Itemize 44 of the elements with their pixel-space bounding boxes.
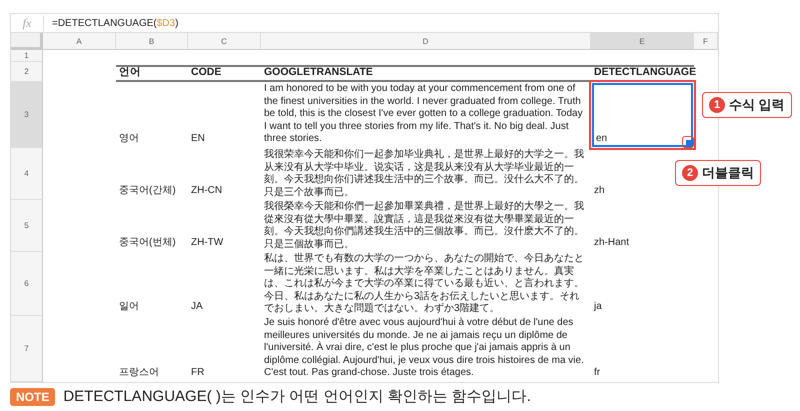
row-header[interactable]: 3 <box>11 82 43 148</box>
column-header[interactable]: D <box>261 33 591 50</box>
select-all-corner[interactable] <box>11 33 43 50</box>
table-cell[interactable]: ja <box>591 252 694 316</box>
column-header[interactable]: B <box>116 33 188 50</box>
table-cell[interactable]: en <box>591 82 694 148</box>
table-cell-text: Je suis honoré d'être avec vous aujourd'hui à votre début de l'une des meilleures universités du monde. Je ne ai jamais reçu un diplôme de l'université. À vrai dire, c'est le plus proche que j'ai jamais appris à un diplôme collégial. Aujourd'hui, je veux vous dire trois histoires de ma vie. C'est tout. Pas grand-chose. Juste trois étages. <box>263 316 585 380</box>
table-cell-text: ZH-TW <box>190 236 224 250</box>
table-cell-text: 일어 <box>118 300 140 314</box>
formula-input[interactable]: =DETECTLANGUAGE($D3) <box>44 18 178 28</box>
callout-tooltip: 2 더블클릭 <box>675 160 761 186</box>
column-header[interactable]: E <box>591 33 694 50</box>
table-cell-text: 我很荣幸今天能和你们一起参加毕业典礼，是世界上最好的大学之一。我从来没有从大学中毕业。说实话，这是我从来没有从大学毕业最近的一刻。今天我想向你们讲述我生活中的三个故事。而已。没什么大不了的。只是三个故事而已。 <box>263 148 585 200</box>
table-cell-text: 我很榮幸今天能和你們一起參加畢業典禮，是世界上最好的大學之一。我從來沒有從大學中畢業。說實話，這是我從來沒有從大學畢業最近的一刻。今天我想向你們講述我生活中的三個故事。而已。沒什麽大不了的。只是三個故事而已。 <box>263 200 585 252</box>
table-cell[interactable]: fr <box>591 316 694 382</box>
column-title: 언어 <box>116 65 188 82</box>
table-cell-text: EN <box>190 132 206 146</box>
table-cell-text: 프랑스어 <box>118 366 160 380</box>
table-cell[interactable]: zh-Hant <box>591 200 694 252</box>
fill-handle[interactable] <box>686 140 691 145</box>
table-cell-text: I am honored to be with you today at your commencement from one of the finest universities in the world. I never graduated from college. Truth be told, this is the closest I've ever gotten to a college graduation. Today I want to tell you three stories from my life. That's it. No big deal. Just three stories. <box>263 82 584 146</box>
column-title: CODE <box>188 65 261 82</box>
column-header[interactable]: C <box>188 33 261 50</box>
table-cell-text: 중국어(번체) <box>118 236 177 250</box>
table-cell-text: 영어 <box>118 132 140 146</box>
table-cell-text: FR <box>190 366 206 380</box>
callout-tooltip: 1 수식 입력 <box>702 92 792 118</box>
table-cell-text: JA <box>190 300 204 314</box>
note-text: DETECTLANGUAGE( )는 인수가 어떤 언어인지 확인하는 함수입니다. <box>63 387 531 406</box>
note-badge: NOTE <box>10 388 56 406</box>
row-header[interactable]: 5 <box>11 200 43 252</box>
column-header[interactable]: A <box>43 33 116 50</box>
row-header[interactable]: 7 <box>11 316 43 382</box>
function-label: fx <box>11 16 44 30</box>
column-header[interactable]: F <box>694 33 718 50</box>
row-header[interactable]: 6 <box>11 252 43 316</box>
table-cell-text: ZH-CN <box>190 184 224 198</box>
highlight-frame <box>682 136 694 148</box>
table-cell-text: 중국어(간체) <box>118 184 177 198</box>
column-title: GOOGLETRANSLATE <box>261 65 591 82</box>
row-header[interactable]: 4 <box>11 148 43 200</box>
row-header[interactable]: 2 <box>11 62 43 82</box>
row-header[interactable]: 1 <box>11 50 43 62</box>
table-cell-text: 私は、世界でも有数の大学の一つから、あなたの開始で、今日あなたと一緒に光栄に思います。私は大学を卒業したことはありません。真実は、これは私が今まで大学の卒業に得ている最も近い、と言われます。今日、私はあなたに私の人生から3話をお伝えしたいと思います。それでおしまい。大きな問題ではない。わずか3階建て。 <box>263 252 585 316</box>
